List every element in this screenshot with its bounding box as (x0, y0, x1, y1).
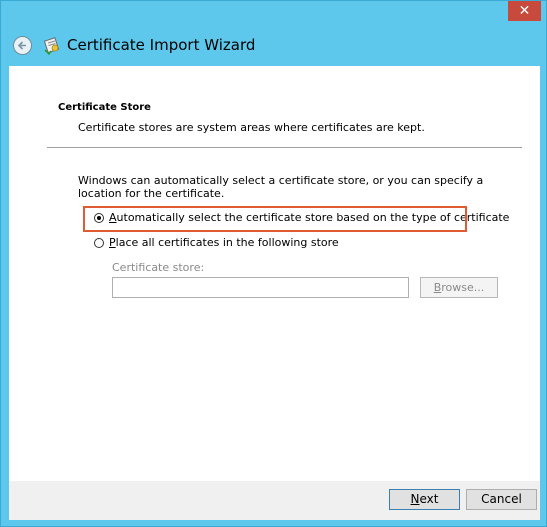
certificate-wizard-icon (43, 37, 60, 55)
place-in-store-label: Place all certificates in the following … (109, 236, 339, 249)
intro-text: Windows can automatically select a certi… (78, 174, 484, 200)
wizard-footer: Next Cancel (9, 481, 540, 520)
back-arrow-icon (17, 41, 26, 50)
section-description: Certificate stores are system areas wher… (78, 121, 425, 134)
section-title: Certificate Store (58, 102, 151, 113)
place-in-store-radio[interactable] (94, 237, 104, 248)
highlight-box (83, 206, 467, 232)
wizard-title: Certificate Import Wizard (67, 36, 256, 54)
close-icon: ✕ (518, 3, 531, 19)
back-button[interactable] (13, 36, 32, 55)
place-in-store-option[interactable]: Place all certificates in the following … (94, 236, 339, 249)
wizard-window: ✕ Certificate Import Wizard Certificate … (0, 0, 547, 527)
next-button[interactable]: Next (389, 489, 460, 510)
certificate-store-input[interactable] (112, 277, 409, 298)
browse-button[interactable]: Browse... (420, 277, 498, 298)
close-button[interactable]: ✕ (508, 1, 541, 21)
wizard-content: Certificate Store Certificate stores are… (9, 66, 540, 481)
header-divider (47, 147, 522, 148)
certificate-store-label: Certificate store: (112, 261, 205, 274)
cancel-button[interactable]: Cancel (466, 489, 537, 510)
